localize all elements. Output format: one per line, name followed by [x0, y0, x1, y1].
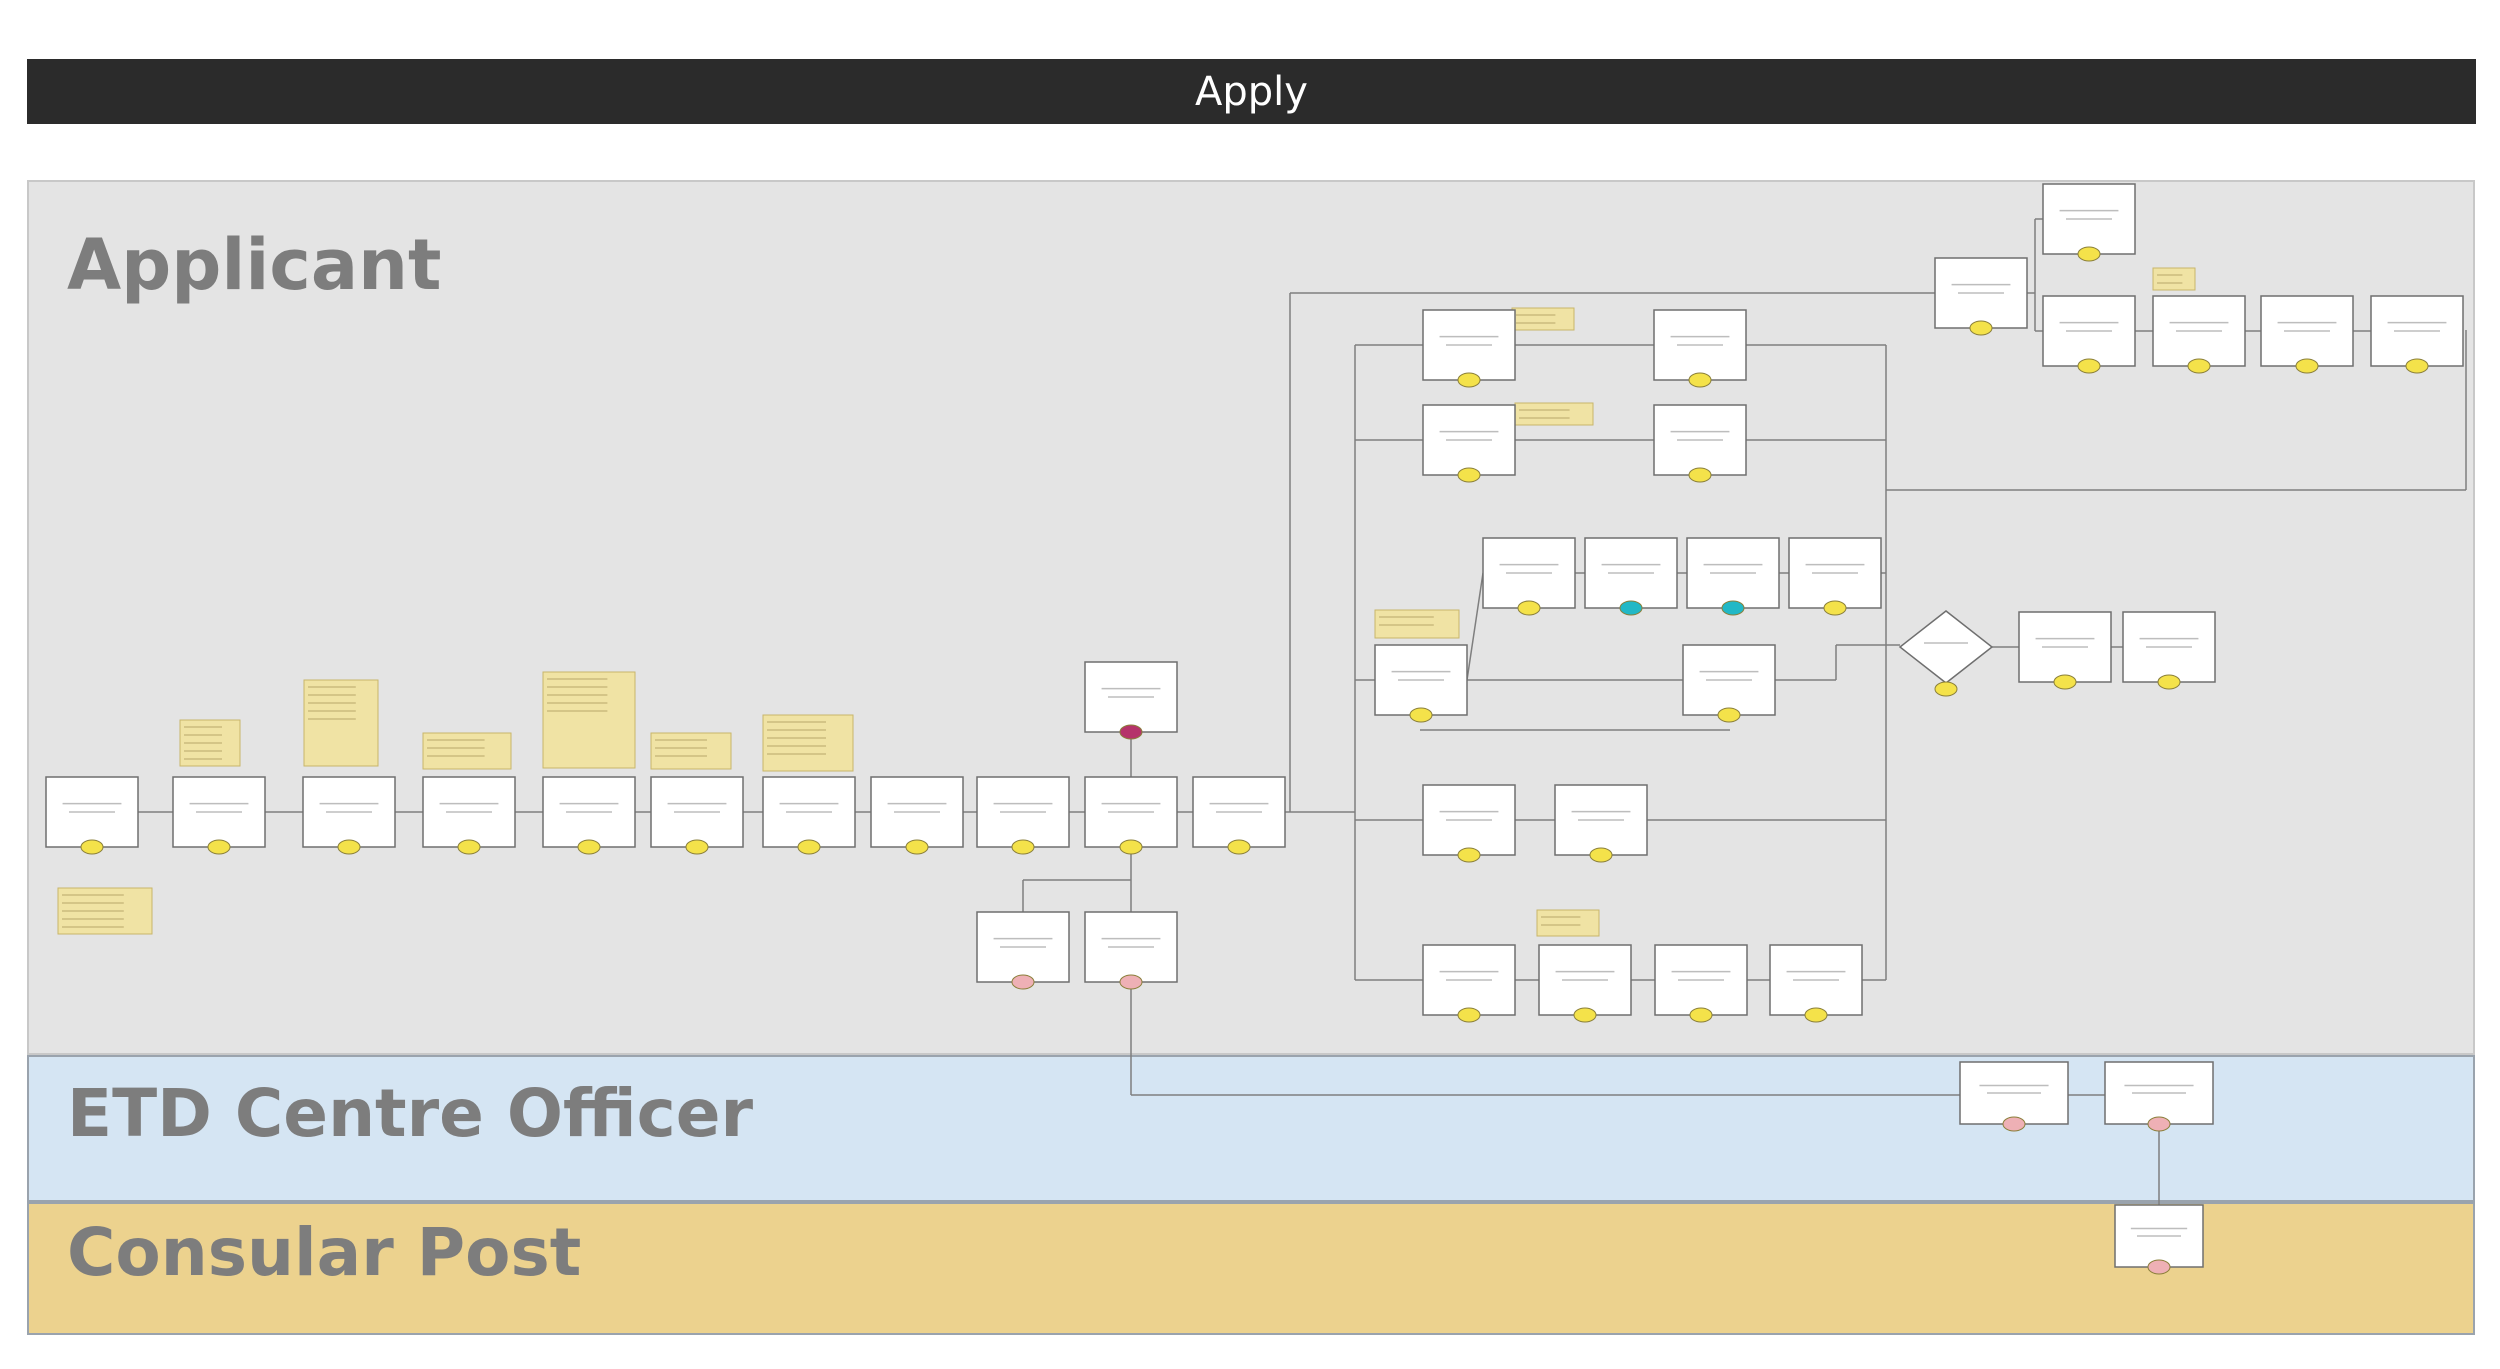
status-marker: [1457, 847, 1481, 863]
annotation-note: [762, 714, 854, 772]
annotation-note: [2152, 267, 2196, 291]
status-marker: [337, 839, 361, 855]
status-marker: [1689, 1007, 1713, 1023]
status-marker: [1517, 600, 1541, 616]
status-marker: [1457, 1007, 1481, 1023]
status-marker: [2187, 358, 2211, 374]
status-marker: [1721, 600, 1745, 616]
annotation-note: [303, 679, 379, 767]
status-marker: [2002, 1116, 2026, 1132]
status-marker: [1589, 847, 1613, 863]
status-marker: [685, 839, 709, 855]
annotation-note: [650, 732, 732, 770]
status-marker: [1717, 707, 1741, 723]
status-marker: [2405, 358, 2429, 374]
status-marker: [577, 839, 601, 855]
status-marker: [207, 839, 231, 855]
status-marker: [2053, 674, 2077, 690]
annotation-note: [542, 671, 636, 769]
status-marker: [2147, 1259, 2171, 1275]
process-flow-diagram: [45, 183, 2467, 1275]
status-marker: [1619, 600, 1643, 616]
annotation-note: [422, 732, 512, 770]
decision-diamond: [1898, 610, 1994, 684]
annotation-note: [1374, 609, 1460, 639]
status-marker: [1119, 974, 1143, 990]
annotation-note: [1514, 402, 1594, 426]
status-marker: [1804, 1007, 1828, 1023]
annotation-note: [1536, 909, 1600, 937]
status-marker: [80, 839, 104, 855]
status-marker: [1119, 724, 1143, 740]
status-marker: [1119, 839, 1143, 855]
status-marker: [1934, 681, 1958, 697]
status-marker: [1823, 600, 1847, 616]
status-marker: [1457, 467, 1481, 483]
status-marker: [905, 839, 929, 855]
status-marker: [1688, 467, 1712, 483]
status-marker: [2295, 358, 2319, 374]
status-marker: [1969, 320, 1993, 336]
status-marker: [1573, 1007, 1597, 1023]
status-marker: [1457, 372, 1481, 388]
status-marker: [797, 839, 821, 855]
status-marker: [2077, 246, 2101, 262]
status-marker: [1688, 372, 1712, 388]
status-marker: [2147, 1116, 2171, 1132]
annotation-note: [1511, 307, 1575, 331]
connector-line: [1466, 572, 1484, 681]
status-marker: [457, 839, 481, 855]
status-marker: [2157, 674, 2181, 690]
status-marker: [1409, 707, 1433, 723]
status-marker: [2077, 358, 2101, 374]
status-marker: [1011, 839, 1035, 855]
status-marker: [1227, 839, 1251, 855]
status-marker: [1011, 974, 1035, 990]
